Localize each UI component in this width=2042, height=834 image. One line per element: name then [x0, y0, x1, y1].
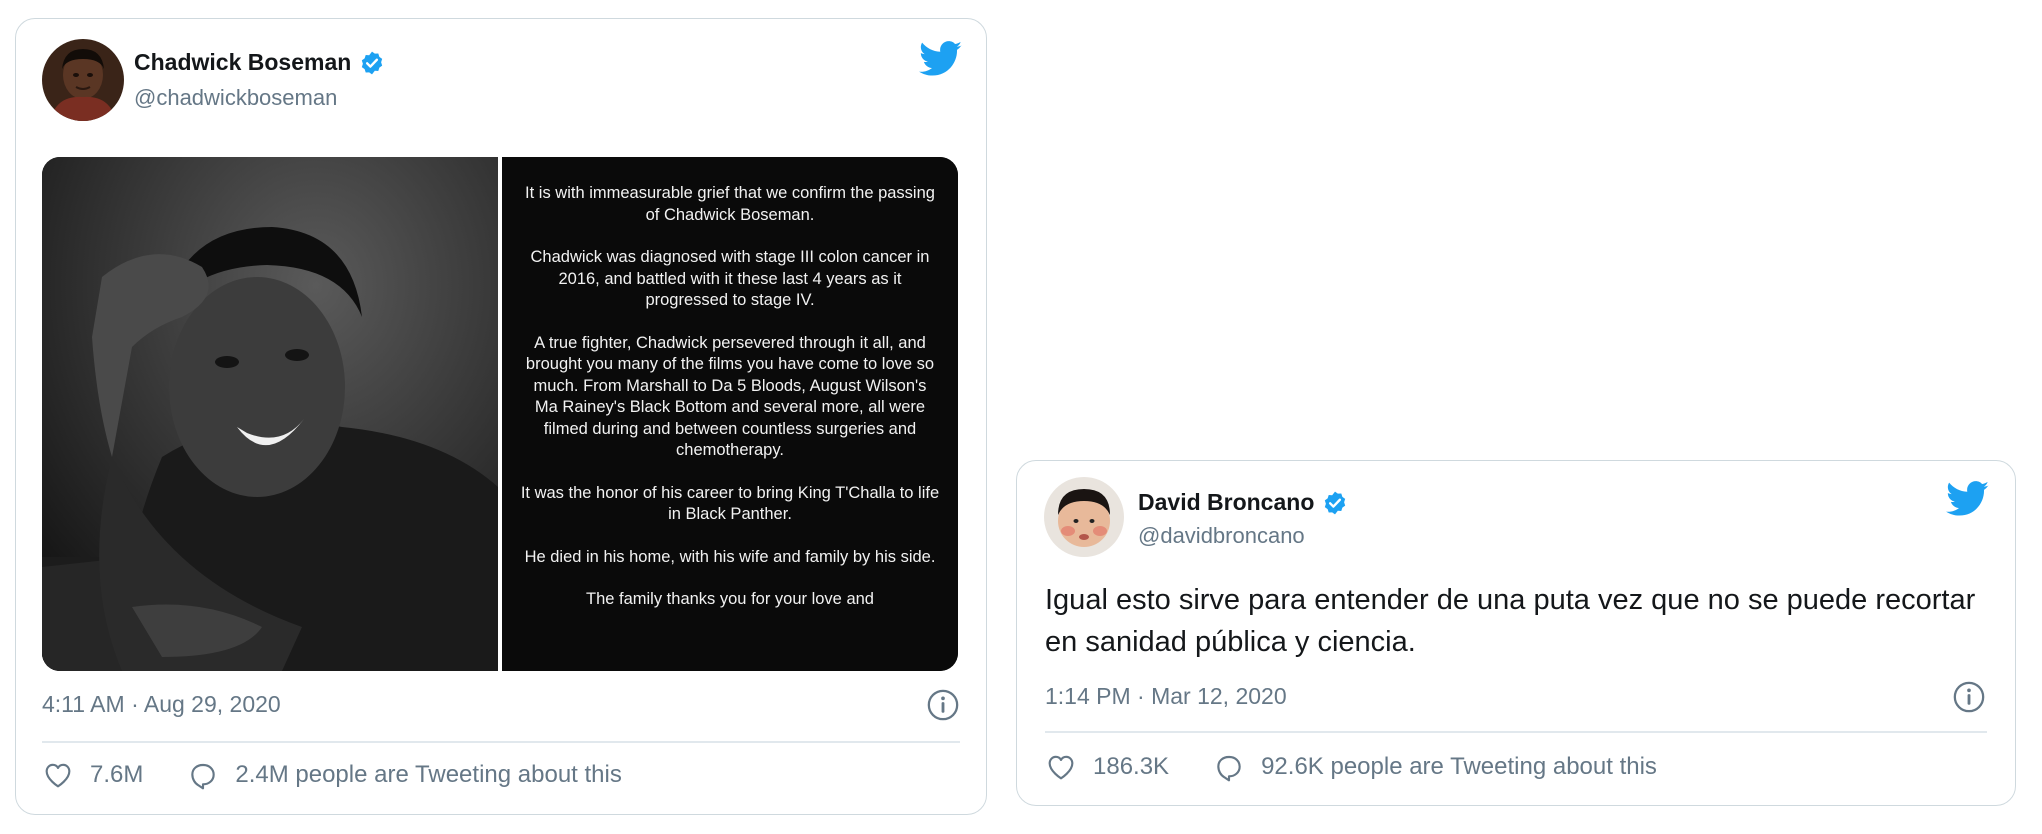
like-count: 186.3K [1093, 753, 1170, 780]
tweet-card-broncano[interactable]: David Broncano @davidbroncano Igual esto… [1016, 460, 2016, 806]
tweeting-count: 2.4M people are Tweeting about this [235, 761, 622, 788]
tweet-card-chadwick[interactable]: Chadwick Boseman @chadwickboseman It is … [15, 18, 987, 815]
info-icon[interactable] [926, 688, 960, 722]
like-stat[interactable]: 186.3K [1045, 751, 1169, 783]
statement-paragraph: A true fighter, Chadwick persevered thro… [525, 333, 935, 460]
reply-bubble-icon[interactable] [187, 759, 219, 791]
heart-icon[interactable] [1045, 751, 1077, 783]
tweeting-stat[interactable]: 92.6K people are Tweeting about this [1213, 751, 1657, 783]
tweet-media[interactable]: It is with immeasurable grief that we co… [42, 157, 958, 671]
tweeting-stat[interactable]: 2.4M people are Tweeting about this [187, 759, 622, 791]
statement-paragraph: It is with immeasurable grief that we co… [525, 184, 935, 224]
author-handle[interactable]: @davidbroncano [1138, 523, 1305, 549]
statement-paragraph: It was the honor of his career to bring … [520, 483, 940, 524]
author-name[interactable]: David Broncano [1138, 489, 1314, 516]
statement-paragraph: The family thanks you for your love and [586, 590, 874, 608]
tweet-stats: 186.3K 92.6K people are Tweeting about t… [1045, 751, 1657, 783]
tweet-text: Igual esto sirve para entender de una pu… [1045, 584, 1976, 658]
tweet-timestamp[interactable]: 1:14 PM · Mar 12, 2020 [1045, 683, 1287, 710]
twitter-bird-icon[interactable] [919, 41, 963, 77]
divider [42, 741, 960, 743]
author-handle[interactable]: @chadwickboseman [134, 85, 337, 111]
author-name[interactable]: Chadwick Boseman [134, 49, 351, 76]
author-row[interactable]: Chadwick Boseman [134, 49, 385, 76]
tweeting-count: 92.6K people are Tweeting about this [1261, 753, 1657, 780]
verified-badge-icon [1325, 491, 1346, 514]
like-stat[interactable]: 7.6M [42, 759, 143, 791]
like-count: 7.6M [90, 761, 144, 788]
twitter-bird-icon[interactable] [1946, 481, 1990, 517]
statement-image: It is with immeasurable grief that we co… [502, 157, 958, 671]
statement-paragraph: Chadwick was diagnosed with stage III co… [530, 248, 930, 309]
author-row[interactable]: David Broncano [1138, 489, 1348, 516]
verified-badge-icon [362, 51, 383, 74]
avatar[interactable] [42, 39, 124, 121]
divider [1045, 731, 1987, 733]
statement-paragraph: He died in his home, with his wife and f… [524, 547, 936, 566]
tweet-stats: 7.6M 2.4M people are Tweeting about this [42, 759, 622, 791]
avatar[interactable] [1044, 477, 1124, 557]
portrait-photo [42, 157, 499, 671]
info-icon[interactable] [1952, 680, 1986, 714]
heart-icon[interactable] [42, 759, 74, 791]
reply-bubble-icon[interactable] [1213, 751, 1245, 783]
tweet-timestamp[interactable]: 4:11 AM · Aug 29, 2020 [42, 691, 281, 718]
